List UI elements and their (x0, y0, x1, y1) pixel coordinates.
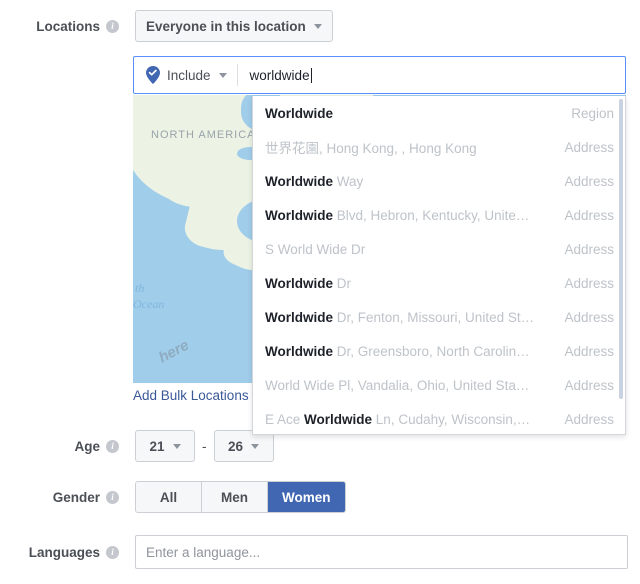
map-label-north-america: NORTH AMERICA (151, 129, 256, 141)
suggestion-type: Address (564, 241, 614, 257)
languages-label: Languages (28, 544, 100, 560)
gender-option-women[interactable]: Women (268, 482, 345, 512)
location-search-input[interactable]: worldwide (238, 67, 625, 83)
chevron-down-icon (172, 443, 181, 449)
gender-label: Gender (52, 489, 100, 505)
gender-row: Gender i All Men Women (0, 481, 346, 513)
age-min-dropdown[interactable]: 21 (135, 430, 195, 462)
languages-row: Languages i Enter a language... (0, 535, 628, 569)
suggestion-text: Worldwide Dr (265, 275, 352, 291)
map-label-ocean-line2: Ocean (133, 297, 165, 311)
suggestion-text: S World Wide Dr (265, 241, 366, 257)
include-label: Include (167, 67, 211, 83)
age-min-value: 21 (149, 438, 165, 454)
suggestion-item[interactable]: Worldwide Way Address (253, 164, 625, 198)
location-scope-dropdown[interactable]: Everyone in this location (135, 10, 333, 42)
location-search-field[interactable]: Include worldwide (133, 56, 626, 94)
location-scope-label: Everyone in this location (146, 18, 306, 34)
add-bulk-locations-link[interactable]: Add Bulk Locations (133, 388, 249, 403)
map-label-ocean-line1: th (135, 281, 145, 295)
suggestion-text: Worldwide Dr, Greensboro, North Carolin… (265, 343, 530, 359)
suggestion-text: Worldwide (265, 105, 334, 121)
text-cursor (310, 67, 312, 83)
suggestion-item[interactable]: Worldwide Region (253, 96, 625, 130)
map-pin-check-icon (146, 66, 160, 84)
age-label: Age (74, 438, 100, 454)
suggestion-item[interactable]: E Ace Worldwide Ln, Cudahy, Wisconsin,… A… (253, 402, 625, 434)
suggestion-type: Region (571, 105, 614, 121)
info-icon[interactable]: i (106, 439, 119, 453)
suggestion-type: Address (564, 207, 614, 223)
age-separator: - (202, 438, 207, 454)
suggestion-item[interactable]: S World Wide Dr Address (253, 232, 625, 266)
chevron-down-icon (313, 23, 322, 29)
audience-targeting-form: Locations i Everyone in this location NO… (0, 0, 640, 584)
chevron-down-icon (251, 443, 260, 449)
gender-option-men[interactable]: Men (202, 482, 268, 512)
locations-row: Locations i Everyone in this location (0, 10, 333, 42)
suggestion-text: Worldwide Dr, Fenton, Missouri, United S… (265, 309, 535, 325)
suggestion-text: Worldwide Blvd, Hebron, Kentucky, Unite… (265, 207, 530, 223)
suggestion-type: Address (564, 343, 614, 359)
suggestion-item[interactable]: 世界花園, Hong Kong, , Hong Kong Address (253, 130, 625, 164)
suggestion-text: 世界花園, Hong Kong, , Hong Kong (265, 141, 477, 156)
info-icon[interactable]: i (106, 545, 119, 559)
gender-segmented-control: All Men Women (135, 481, 346, 513)
suggestion-item[interactable]: Worldwide Dr Address (253, 266, 625, 300)
location-suggestions-dropdown[interactable]: Worldwide Region 世界花園, Hong Kong, , Hong K… (252, 96, 626, 435)
info-icon[interactable]: i (106, 490, 119, 504)
include-exclude-dropdown[interactable]: Include (134, 57, 237, 93)
locations-label: Locations (36, 18, 100, 34)
suggestion-type: Address (564, 275, 614, 291)
suggestion-text: Worldwide Way (265, 173, 364, 189)
suggestion-item[interactable]: Worldwide Dr, Fenton, Missouri, United S… (253, 300, 625, 334)
dropdown-scrollbar[interactable] (619, 99, 623, 399)
location-search-value: worldwide (249, 67, 310, 83)
gender-option-all[interactable]: All (136, 482, 202, 512)
suggestion-item[interactable]: World Wide Pl, Vandalia, Ohio, United St… (253, 368, 625, 402)
suggestion-type: Address (564, 309, 614, 325)
age-max-value: 26 (227, 438, 244, 454)
suggestion-type: Address (564, 173, 614, 189)
languages-input[interactable]: Enter a language... (135, 535, 628, 569)
info-icon[interactable]: i (106, 19, 119, 33)
suggestion-list: Worldwide Region 世界花園, Hong Kong, , Hong K… (253, 96, 625, 434)
age-row: Age i 21 - 26 (0, 430, 274, 462)
suggestion-type: Address (564, 411, 614, 427)
suggestion-type: Address (564, 139, 614, 155)
suggestion-type: Address (564, 377, 614, 393)
suggestion-item[interactable]: Worldwide Dr, Greensboro, North Carolin…… (253, 334, 625, 368)
chevron-down-icon (218, 72, 227, 78)
suggestion-text: E Ace Worldwide Ln, Cudahy, Wisconsin,… (265, 411, 531, 427)
suggestion-item[interactable]: Worldwide Blvd, Hebron, Kentucky, Unite…… (253, 198, 625, 232)
languages-placeholder: Enter a language... (146, 544, 261, 560)
suggestion-text: World Wide Pl, Vandalia, Ohio, United St… (265, 377, 530, 393)
